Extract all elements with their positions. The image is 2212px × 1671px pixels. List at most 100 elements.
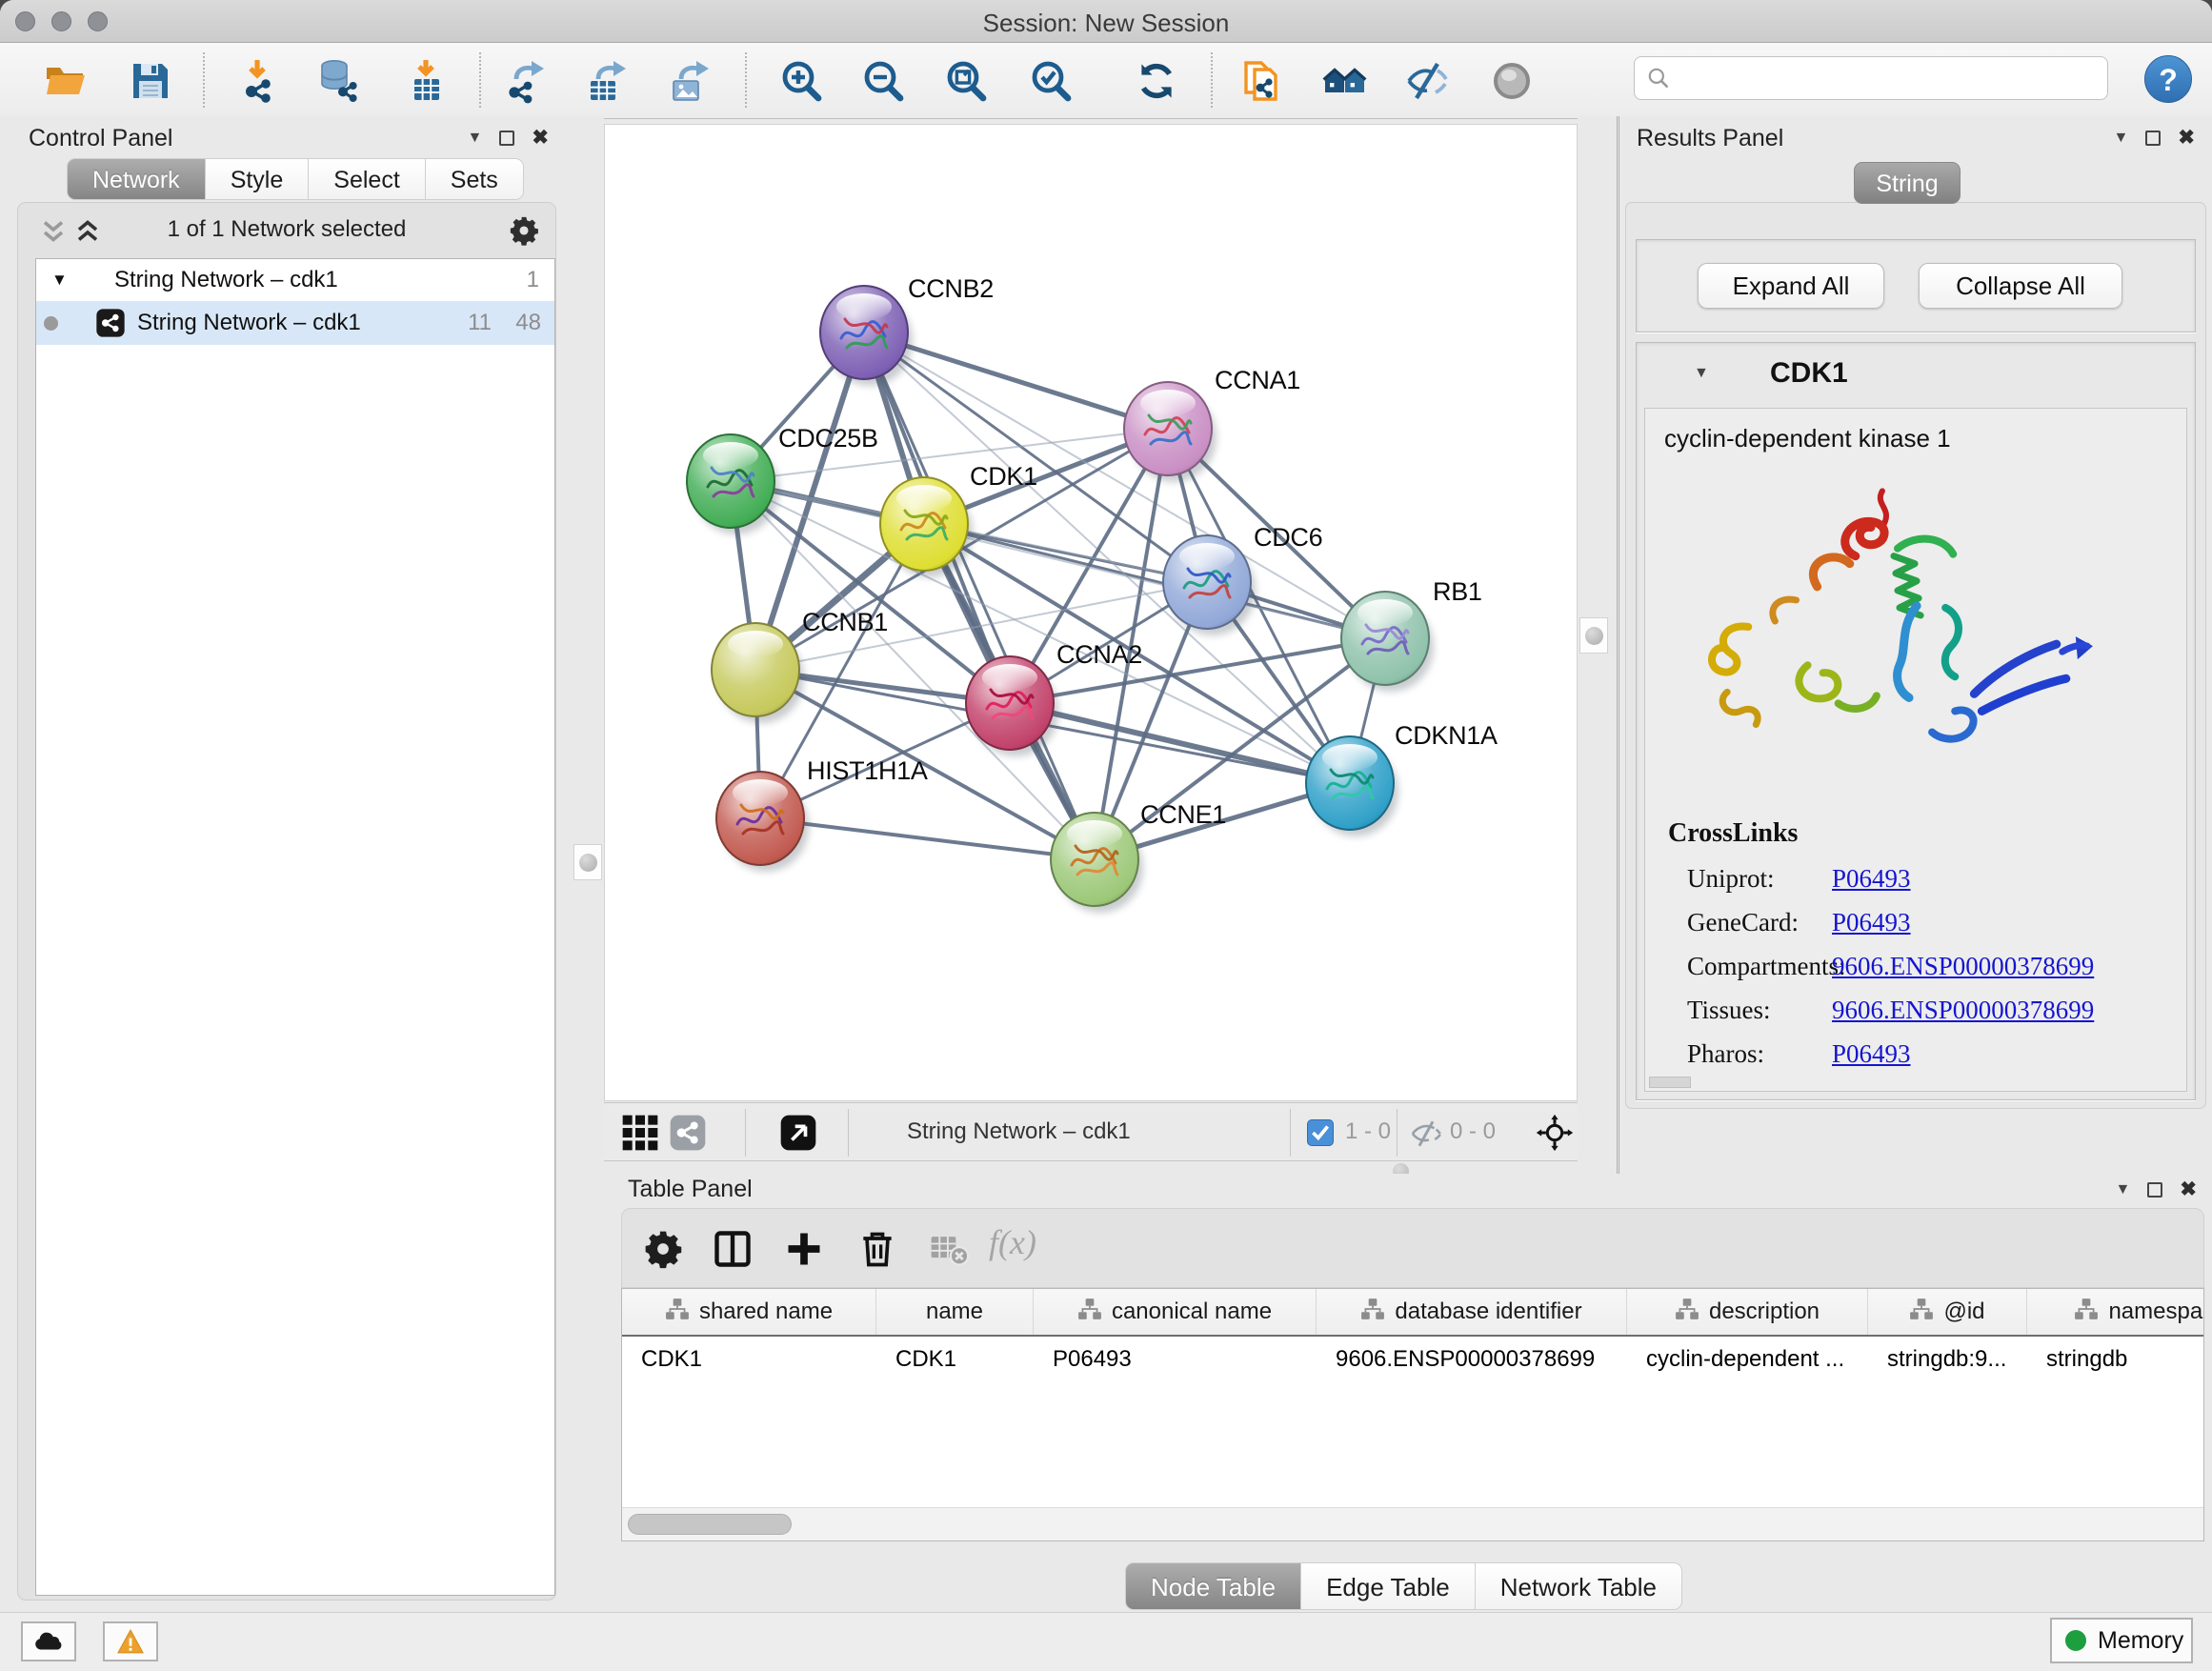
- results-scrollbar-fragment[interactable]: [1649, 1077, 1691, 1088]
- show-all-icon[interactable]: [1489, 58, 1535, 104]
- memory-button[interactable]: Memory: [2050, 1618, 2193, 1663]
- table-cell[interactable]: P06493: [1034, 1337, 1317, 1384]
- cloud-button[interactable]: [21, 1621, 76, 1661]
- float-panel-icon[interactable]: [499, 131, 514, 146]
- table-options-gear-icon[interactable]: [642, 1228, 684, 1270]
- crosslink-link[interactable]: P06493: [1832, 908, 1911, 937]
- birds-eye-view-icon[interactable]: [1536, 1114, 1574, 1152]
- close-panel-icon[interactable]: ✖: [532, 128, 549, 148]
- float-results-icon[interactable]: [2145, 131, 2161, 146]
- refresh-icon[interactable]: [1134, 58, 1179, 104]
- collapse-all-button[interactable]: Collapse All: [1919, 263, 2122, 309]
- warnings-button[interactable]: [103, 1621, 158, 1661]
- table-cell[interactable]: stringdb: [2027, 1337, 2204, 1384]
- save-session-icon[interactable]: [128, 58, 173, 104]
- float-table-icon[interactable]: [2147, 1182, 2162, 1198]
- node-label-CDC25B: CDC25B: [778, 424, 878, 453]
- collapse-results-icon[interactable]: ▼: [2114, 131, 2129, 146]
- network-row-selected[interactable]: String Network – cdk1 11 48: [36, 301, 554, 345]
- right-splitter-handle[interactable]: [1579, 617, 1608, 654]
- network-edge[interactable]: [760, 818, 1095, 859]
- table-cell[interactable]: 9606.ENSP00000378699: [1317, 1337, 1627, 1384]
- network-node-CDC25B[interactable]: [687, 434, 779, 534]
- zoom-selected-icon[interactable]: [1028, 58, 1074, 104]
- zoom-in-icon[interactable]: [778, 58, 824, 104]
- table-cell[interactable]: cyclin-dependent ...: [1627, 1337, 1868, 1384]
- network-node-HIST1H1A[interactable]: [716, 772, 809, 872]
- import-table-icon[interactable]: [403, 58, 449, 104]
- column-header-name[interactable]: name: [876, 1289, 1034, 1335]
- show-columns-icon[interactable]: [712, 1228, 754, 1270]
- delete-column-icon[interactable]: [856, 1228, 898, 1270]
- tab-sets[interactable]: Sets: [426, 158, 524, 200]
- grid-view-icon[interactable]: [621, 1114, 659, 1152]
- crosslink-link[interactable]: P06493: [1832, 864, 1911, 894]
- share-document-icon[interactable]: [1238, 58, 1284, 104]
- network-node-CCNB2[interactable]: [820, 286, 913, 386]
- tab-node-table[interactable]: Node Table: [1125, 1562, 1301, 1610]
- tab-style[interactable]: Style: [206, 158, 310, 200]
- table-cell[interactable]: CDK1: [876, 1337, 1034, 1384]
- network-canvas[interactable]: CCNB2CCNA1CDC25BCDK1CDC6RB1CCNB1CCNA2CDK…: [604, 124, 1578, 1101]
- crosslink-label: Uniprot:: [1687, 864, 1775, 894]
- table-panel-title: Table Panel: [628, 1176, 753, 1203]
- annotation-mode-icon[interactable]: [779, 1114, 817, 1152]
- open-session-icon[interactable]: [43, 58, 89, 104]
- tab-network-table[interactable]: Network Table: [1476, 1562, 1682, 1610]
- collapse-table-icon[interactable]: ▼: [2116, 1182, 2131, 1198]
- network-node-CCNA1[interactable]: [1124, 382, 1217, 482]
- tab-edge-table[interactable]: Edge Table: [1301, 1562, 1476, 1610]
- close-results-icon[interactable]: ✖: [2178, 128, 2195, 148]
- collection-expand-icon[interactable]: ▼: [51, 271, 68, 290]
- scrollbar-thumb[interactable]: [628, 1514, 792, 1535]
- import-network-icon[interactable]: [236, 58, 282, 104]
- tab-string[interactable]: String: [1854, 162, 1961, 204]
- share-view-icon[interactable]: [669, 1114, 707, 1152]
- search-input[interactable]: [1679, 64, 2096, 92]
- zoom-fit-icon[interactable]: [943, 58, 989, 104]
- help-button[interactable]: ?: [2144, 55, 2192, 103]
- hide-selected-icon[interactable]: [1404, 58, 1450, 104]
- selected-checkbox-icon[interactable]: [1307, 1119, 1334, 1146]
- network-node-CDC6[interactable]: [1163, 535, 1256, 635]
- network-collection-row[interactable]: ▼ String Network – cdk1 1: [36, 259, 554, 301]
- left-splitter[interactable]: [572, 116, 604, 1610]
- table-row[interactable]: CDK1CDK1P064939606.ENSP00000378699cyclin…: [622, 1337, 2203, 1384]
- column-header-canonical-name[interactable]: canonical name: [1034, 1289, 1317, 1335]
- entry-expand-icon[interactable]: ▼: [1694, 366, 1709, 381]
- export-network-icon[interactable]: [503, 58, 549, 104]
- add-column-icon[interactable]: [783, 1228, 825, 1270]
- column-header-description[interactable]: description: [1627, 1289, 1868, 1335]
- close-table-icon[interactable]: ✖: [2180, 1179, 2197, 1199]
- tab-network[interactable]: Network: [67, 158, 206, 200]
- table-horizontal-scrollbar[interactable]: [622, 1507, 2203, 1540]
- network-options-gear-icon[interactable]: [508, 214, 540, 247]
- column-type-icon: [1909, 1298, 1934, 1327]
- home-icon[interactable]: [1322, 58, 1368, 104]
- column-header-shared-name[interactable]: shared name: [622, 1289, 876, 1335]
- crosslink-link[interactable]: P06493: [1832, 1039, 1911, 1069]
- network-node-CDKN1A[interactable]: [1306, 736, 1398, 836]
- export-image-icon[interactable]: [668, 58, 714, 104]
- column-header-namespace[interactable]: namespace: [2027, 1289, 2204, 1335]
- node-label-CCNA1: CCNA1: [1215, 366, 1300, 394]
- collapse-panel-icon[interactable]: ▼: [468, 131, 483, 146]
- crosslink-link[interactable]: 9606.ENSP00000378699: [1832, 952, 2094, 981]
- network-label: String Network – cdk1: [137, 310, 361, 336]
- column-header-database-identifier[interactable]: database identifier: [1317, 1289, 1627, 1335]
- network-node-CCNE1[interactable]: [1051, 813, 1143, 913]
- table-cell[interactable]: CDK1: [622, 1337, 876, 1384]
- table-cell[interactable]: stringdb:9...: [1868, 1337, 2027, 1384]
- export-table-icon[interactable]: [585, 58, 631, 104]
- network-node-CDK1[interactable]: [880, 477, 973, 577]
- crosslink-link[interactable]: 9606.ENSP00000378699: [1832, 996, 2094, 1025]
- left-splitter-handle[interactable]: [573, 844, 602, 880]
- tab-select[interactable]: Select: [309, 158, 425, 200]
- network-edge[interactable]: [1010, 703, 1350, 783]
- collection-count: 1: [527, 267, 539, 293]
- column-header--id[interactable]: @id: [1868, 1289, 2027, 1335]
- network-node-RB1[interactable]: [1341, 592, 1434, 692]
- expand-all-button[interactable]: Expand All: [1698, 263, 1884, 309]
- zoom-out-icon[interactable]: [860, 58, 906, 104]
- import-database-icon[interactable]: [316, 58, 362, 104]
